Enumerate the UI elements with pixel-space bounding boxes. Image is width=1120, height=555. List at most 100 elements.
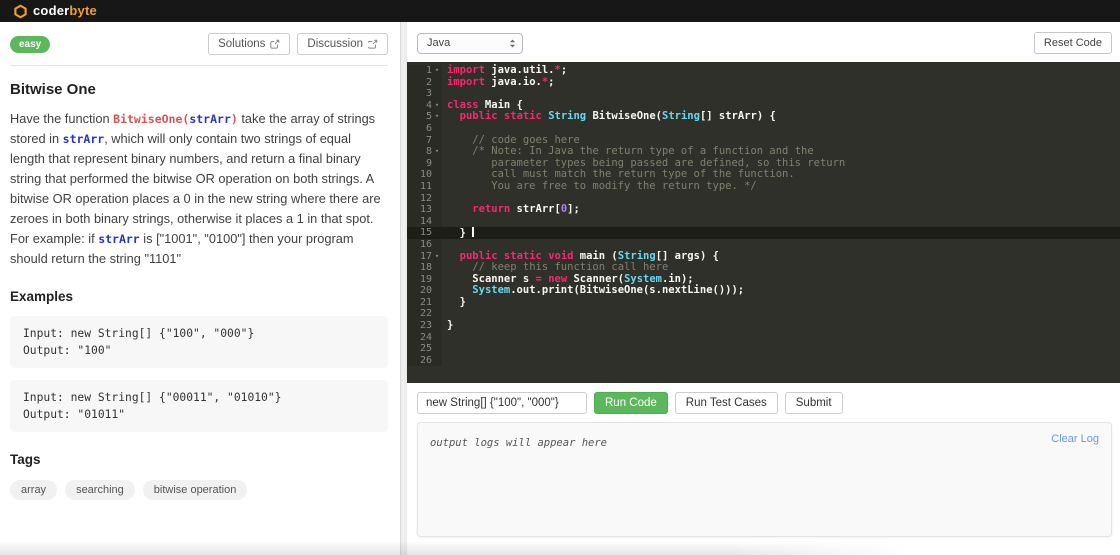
solutions-button[interactable]: Solutions: [208, 33, 291, 55]
tag-pill[interactable]: array: [10, 480, 58, 500]
coderbyte-logo[interactable]: coderbyte: [13, 2, 97, 20]
description-text: , which will only contain two strings of…: [10, 131, 381, 246]
fold-gutter: [432, 285, 442, 297]
line-number: 16: [407, 238, 432, 251]
line-number: 17: [407, 250, 432, 263]
code-editor[interactable]: 1 ▾ import java.util.*; 2 import java.io.*; 3…: [407, 62, 1120, 383]
header-divider: [10, 65, 388, 66]
challenge-input[interactable]: [417, 392, 587, 414]
code-line[interactable]: 24: [407, 331, 1120, 344]
submit-button[interactable]: Submit: [784, 392, 843, 414]
fold-gutter: [432, 227, 442, 239]
line-number: 15: [419, 227, 432, 239]
code-line[interactable]: 26: [407, 354, 1120, 367]
select-arrows-icon: [509, 39, 516, 47]
line-number: 13: [407, 204, 432, 216]
fold-gutter: [432, 262, 442, 274]
line-number: 21: [407, 296, 432, 309]
run-code-button[interactable]: Run Code: [594, 392, 668, 414]
challenge-panel: easy Solutions Discussion Bitwise One Ha…: [0, 22, 400, 555]
example-line: Input: new String[] {"00011", "01010"}: [23, 391, 282, 404]
fold-arrow-icon[interactable]: ▾: [432, 111, 442, 123]
fold-gutter: [432, 180, 442, 193]
fold-gutter: [432, 238, 442, 251]
tag-pill[interactable]: bitwise operation: [142, 480, 248, 500]
code-line[interactable]: 23}: [407, 319, 1120, 332]
fold-gutter: [432, 320, 442, 332]
code-line[interactable]: 13 return strArr[0];: [407, 203, 1120, 216]
discussion-button[interactable]: Discussion: [297, 33, 388, 55]
output-placeholder: output logs will appear here: [430, 437, 608, 449]
tag-pill[interactable]: searching: [65, 480, 135, 500]
line-number: 6: [407, 122, 432, 135]
fold-gutter: [432, 296, 442, 309]
fold-arrow-icon[interactable]: ▾: [432, 65, 442, 77]
example-line: Output: "100": [23, 344, 112, 357]
line-number: 8: [407, 146, 432, 158]
fold-gutter: [432, 169, 442, 181]
code-line[interactable]: 5 ▾ public static String BitwiseOne(Strin…: [407, 111, 1120, 123]
main-split: easy Solutions Discussion Bitwise One Ha…: [0, 22, 1120, 555]
fold-gutter: [432, 76, 442, 89]
code-text: import java.io.*;: [447, 75, 555, 88]
clear-log-link[interactable]: Clear Log: [1051, 433, 1099, 445]
run-controls: Run Code Run Test Cases Submit: [407, 383, 1120, 414]
fold-gutter: [432, 354, 442, 367]
description-text: Have the function: [10, 111, 114, 126]
panel-resize-divider[interactable]: [400, 22, 407, 555]
line-number: 7: [407, 134, 432, 147]
logo-text: coderbyte: [33, 2, 97, 20]
line-number: 10: [407, 169, 432, 181]
fold-arrow-icon[interactable]: ▾: [432, 99, 442, 112]
inline-code: strArr: [189, 112, 231, 126]
fold-gutter: [432, 192, 442, 205]
line-number: 22: [407, 308, 432, 321]
example-block: Input: new String[] {"00011", "01010"} Ou…: [10, 380, 388, 432]
line-number: 11: [407, 180, 432, 193]
fold-gutter: [432, 215, 442, 228]
reset-code-button[interactable]: Reset Code: [1033, 32, 1112, 54]
line-number: 3: [407, 88, 432, 100]
fold-arrow-icon[interactable]: ▾: [432, 250, 442, 263]
challenge-header: easy Solutions Discussion: [10, 22, 388, 55]
code-line[interactable]: 11 You are free to modify the return typ…: [407, 179, 1120, 193]
code-line[interactable]: 2 import java.io.*;: [407, 75, 1120, 89]
fold-arrow-icon[interactable]: ▾: [432, 146, 442, 158]
language-select[interactable]: Java: [417, 32, 523, 54]
fold-gutter: [432, 204, 442, 216]
fold-gutter: [432, 308, 442, 321]
line-number: 26: [407, 354, 432, 367]
code-text: You are free to modify the return type. …: [447, 179, 757, 192]
code-line[interactable]: 25: [407, 343, 1120, 355]
code-line[interactable]: 15 }: [407, 227, 1120, 239]
code-text: public static String BitwiseOne(String[]…: [459, 110, 776, 123]
line-number: 2: [407, 76, 432, 89]
code-line[interactable]: 22: [407, 308, 1120, 321]
tags-list: array searching bitwise operation: [10, 473, 388, 500]
language-select-value: Java: [427, 37, 451, 49]
inline-code: ): [230, 112, 238, 126]
line-number: 4: [407, 99, 432, 112]
coderbyte-hexagon-icon: [14, 4, 27, 18]
fold-gutter: [432, 331, 442, 344]
line-number: 19: [407, 273, 432, 286]
code-line[interactable]: 21 }: [407, 295, 1120, 309]
line-number: 5: [407, 111, 432, 123]
code-text: System.out.print(BitwiseOne(s.nextLine()…: [472, 284, 745, 297]
line-number: 18: [407, 262, 432, 274]
code-line[interactable]: 20 System.out.print(BitwiseOne(s.nextLin…: [407, 284, 1120, 297]
code-text: }: [447, 295, 466, 308]
line-number: 14: [407, 215, 432, 228]
challenge-description: Have the function BitwiseOne(strArr) tak…: [10, 109, 388, 269]
code-text: return strArr[0];: [472, 203, 580, 216]
editor-toolbar: Java Reset Code: [407, 22, 1120, 62]
code-line[interactable]: 14: [407, 215, 1120, 228]
line-number: 23: [407, 320, 432, 332]
solutions-label: Solutions: [218, 38, 266, 50]
topbar: coderbyte: [0, 0, 1120, 22]
run-test-cases-button[interactable]: Run Test Cases: [674, 392, 778, 414]
example-block: Input: new String[] {"100", "000"} Output…: [10, 316, 388, 368]
